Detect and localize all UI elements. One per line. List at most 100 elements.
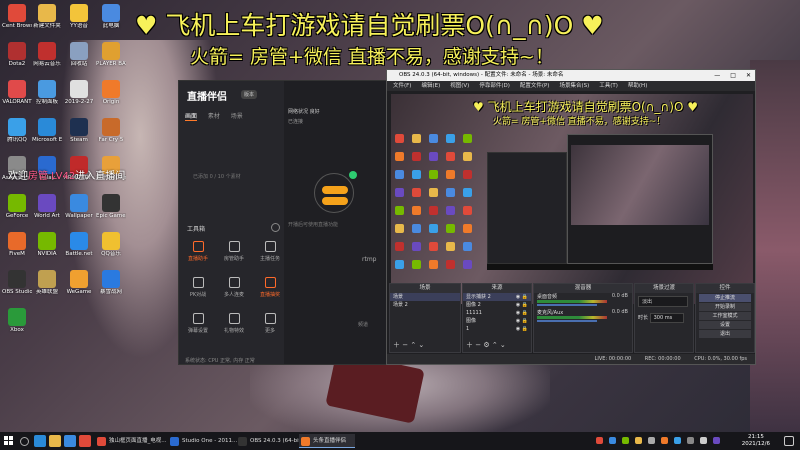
app-version-badge[interactable]: 版本 xyxy=(241,90,258,99)
desktop-icon[interactable]: Steam xyxy=(64,116,94,154)
settings-button[interactable]: 设置 xyxy=(699,321,751,329)
pinned-app-icon[interactable] xyxy=(64,435,76,447)
desktop-icon[interactable]: 控制面板 xyxy=(32,78,62,116)
toolbox-item[interactable]: 直播助手 xyxy=(183,241,213,269)
source-item[interactable]: 11111 ◉ 🔒 xyxy=(463,309,531,317)
obs-menu-item[interactable]: 文件(F) xyxy=(393,83,411,89)
search-icon[interactable] xyxy=(20,437,29,446)
toolbox-item[interactable]: 房管助手 xyxy=(219,241,249,269)
desktop-icon[interactable]: YY语音 xyxy=(64,2,94,40)
start-live-button[interactable] xyxy=(314,171,357,213)
desktop-icon[interactable]: NVIDIA xyxy=(32,230,62,268)
studio-mode-button[interactable]: 工作室模式 xyxy=(699,312,751,320)
source-item[interactable]: 图像 ◉ 🔒 xyxy=(463,317,531,325)
visibility-lock-icon[interactable]: ◉ 🔒 xyxy=(516,301,528,309)
obs-titlebar[interactable]: OBS 24.0.3 (64-bit, windows) - 配置文件: 未命名… xyxy=(387,70,755,81)
toolbox-collapse-icon[interactable] xyxy=(271,223,280,232)
visibility-lock-icon[interactable]: ◉ 🔒 xyxy=(516,325,528,333)
pinned-app-icon[interactable] xyxy=(49,435,61,447)
desktop-icon[interactable]: Battle.net xyxy=(64,230,94,268)
obs-menu-item[interactable]: 工具(T) xyxy=(599,83,618,89)
notification-icon[interactable] xyxy=(784,436,794,446)
obs-menu-item[interactable]: 场景集合(S) xyxy=(559,83,589,89)
maximize-icon[interactable]: □ xyxy=(730,72,736,79)
source-item[interactable]: 1 ◉ 🔒 xyxy=(463,325,531,333)
desktop-icon[interactable]: 回收站 xyxy=(64,40,94,78)
toolbox-item[interactable]: 直播抽奖 xyxy=(255,277,285,305)
tray-icon[interactable] xyxy=(609,437,616,444)
taskbar-app-button[interactable]: 独山框页面直播_电视... xyxy=(95,434,167,448)
desktop-icon[interactable]: 2019-2-27 xyxy=(64,78,94,116)
scene-item[interactable]: 场景 2 xyxy=(390,301,460,309)
desktop-icon[interactable]: Wallpaper xyxy=(64,192,94,230)
desktop-icon[interactable]: World Art xyxy=(32,192,62,230)
tray-icon[interactable] xyxy=(648,437,655,444)
tray-icon[interactable] xyxy=(661,437,668,444)
volume-slider[interactable] xyxy=(537,304,597,306)
start-recording-button[interactable]: 开始录制 xyxy=(699,303,751,311)
obs-menu-item[interactable]: 配置文件(P) xyxy=(520,83,550,89)
source-item[interactable]: 显示捕获 2 ◉ 🔒 xyxy=(463,293,531,301)
mixer-channel-desktop[interactable]: 桌面音频 0.0 dB xyxy=(534,293,632,309)
desktop-icon[interactable]: WeGame xyxy=(64,268,94,306)
toolbox-item[interactable]: 主播任务 xyxy=(255,241,285,269)
desktop-icon[interactable]: PLAYER BATTLEG xyxy=(96,40,126,78)
tray-icon[interactable] xyxy=(700,437,707,444)
tray-icon[interactable] xyxy=(687,437,694,444)
channel-label[interactable]: 频道 xyxy=(358,321,368,328)
tray-icon[interactable] xyxy=(674,437,681,444)
desktop-icon[interactable]: 网易云音乐 xyxy=(32,40,62,78)
pinned-app-icon[interactable] xyxy=(79,435,91,447)
toolbox-item[interactable]: PK对战 xyxy=(183,277,213,305)
desktop-icon[interactable]: Dota2 xyxy=(2,40,32,78)
tab-scenes[interactable]: 场景 xyxy=(231,113,243,120)
desktop-icon[interactable]: Origin xyxy=(96,78,126,116)
minimize-icon[interactable]: — xyxy=(714,72,720,79)
tray-icon[interactable] xyxy=(713,437,720,444)
transition-type-select[interactable]: 淡出 xyxy=(638,296,688,307)
scenes-dock-toolbar[interactable]: ＋ − ⌃ ⌄ xyxy=(393,340,424,350)
desktop-icon[interactable]: 暴雪战网 xyxy=(96,268,126,306)
tab-scene-view[interactable]: 画面 xyxy=(185,113,198,121)
taskbar-app-button[interactable]: Studio One - 2011... xyxy=(168,434,237,448)
duration-input[interactable]: 300 ms xyxy=(649,313,684,323)
desktop-icon[interactable]: Cent Browser xyxy=(2,2,32,40)
desktop-icon[interactable]: VALORANT xyxy=(2,78,32,116)
visibility-lock-icon[interactable]: ◉ 🔒 xyxy=(516,293,528,301)
desktop-icon[interactable]: Epic Games xyxy=(96,192,126,230)
obs-menu-item[interactable]: 编辑(E) xyxy=(421,83,440,89)
obs-menu-item[interactable]: 帮助(H) xyxy=(628,83,647,89)
mixer-channel-mic[interactable]: 麦克风/Aux 0.0 dB xyxy=(534,309,632,325)
obs-menu-item[interactable]: 视图(V) xyxy=(450,83,469,89)
stream-companion-window[interactable]: 直播伴侣 版本 画面 素材 场景 已添加 0 / 10 个素材 工具箱 直播助手… xyxy=(178,80,390,365)
taskbar-app-button[interactable]: OBS 24.0.3 (64-bit... xyxy=(236,434,306,448)
toolbox-item[interactable]: 礼物特效 xyxy=(219,313,249,341)
tray-icon[interactable] xyxy=(596,437,603,444)
desktop-icon[interactable]: QQ音乐 xyxy=(96,230,126,268)
desktop-icon[interactable]: 腾讯QQ xyxy=(2,116,32,154)
toolbox-item[interactable]: 多人连麦 xyxy=(219,277,249,305)
pinned-app-icon[interactable] xyxy=(34,435,46,447)
stop-streaming-button[interactable]: 停止推流 xyxy=(699,294,751,302)
obs-menu-item[interactable]: 停靠部件(D) xyxy=(479,83,510,89)
close-icon[interactable]: ✕ xyxy=(746,72,751,79)
desktop-icon[interactable]: 英雄联盟 xyxy=(32,268,62,306)
desktop-icon[interactable]: GeForce xyxy=(2,192,32,230)
tray-icon[interactable] xyxy=(622,437,629,444)
sources-dock-toolbar[interactable]: ＋ − ⚙ ⌃ ⌄ xyxy=(466,340,506,350)
desktop-icon[interactable]: OBS Studio xyxy=(2,268,32,306)
tab-materials[interactable]: 素材 xyxy=(208,113,220,120)
desktop-icon[interactable]: Microsoft Edge xyxy=(32,116,62,154)
desktop-icon[interactable]: Xbox xyxy=(2,306,32,344)
taskbar-app-button[interactable]: 头条直播伴侣 xyxy=(299,434,355,448)
visibility-lock-icon[interactable]: ◉ 🔒 xyxy=(516,317,528,325)
toolbox-item[interactable]: 弹幕设置 xyxy=(183,313,213,341)
exit-button[interactable]: 退出 xyxy=(699,330,751,338)
desktop-icon[interactable]: 此电脑 xyxy=(96,2,126,40)
obs-window[interactable]: OBS 24.0.3 (64-bit, windows) - 配置文件: 未命名… xyxy=(386,69,756,365)
volume-slider[interactable] xyxy=(537,320,597,322)
obs-preview-canvas[interactable]: ♥ 飞机上车打游戏请自觉刷票O(∩_∩)O ♥ 火箭= 房管+微信 直播不易，感… xyxy=(391,94,753,304)
desktop-icon[interactable]: Far Cry 5 xyxy=(96,116,126,154)
toolbox-item[interactable]: 更多 xyxy=(255,313,285,341)
desktop-icon[interactable]: FiveM xyxy=(2,230,32,268)
